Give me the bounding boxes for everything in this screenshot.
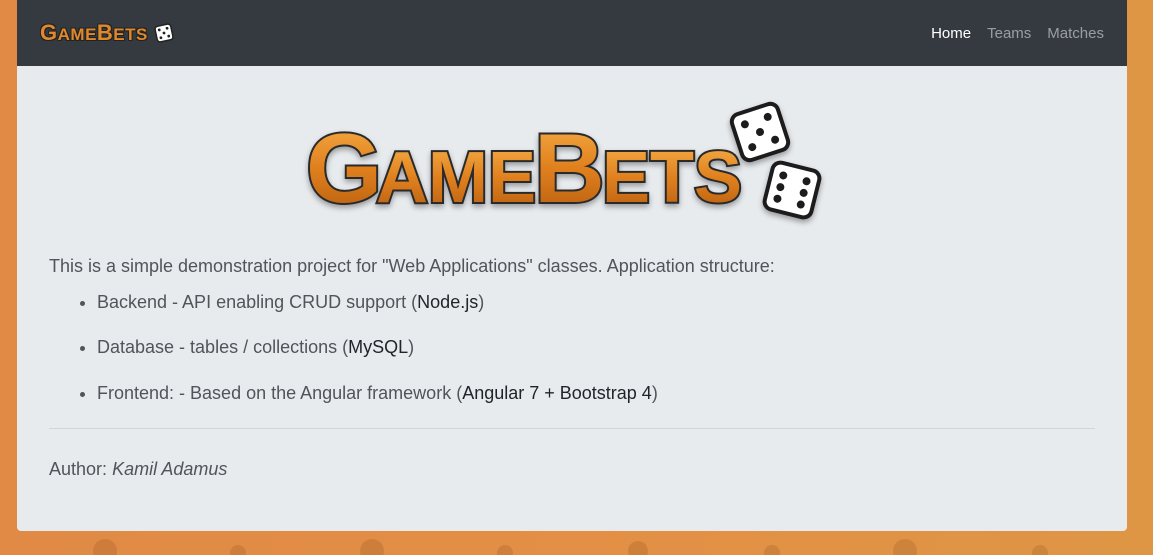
tech-label: Angular 7 + Bootstrap 4 bbox=[462, 382, 652, 403]
list-item-database: Database - tables / collections (MySQL) bbox=[97, 337, 1095, 359]
navbar: GAMEBETS Home Teams Matches bbox=[17, 0, 1127, 66]
logo: G AME B ETS bbox=[49, 66, 1095, 238]
author-name: Kamil Adamus bbox=[112, 459, 228, 480]
dice-icon bbox=[154, 23, 174, 43]
logo-letter-b: B bbox=[534, 113, 605, 223]
nav-link-matches[interactable]: Matches bbox=[1047, 25, 1104, 42]
gamebets-logo-image: G AME B ETS bbox=[304, 101, 822, 225]
intro-text: This is a simple demonstration project f… bbox=[49, 256, 775, 276]
nav-links: Home Teams Matches bbox=[931, 25, 1104, 42]
logo-letter-g: G bbox=[306, 113, 382, 223]
brand-text: GAMEBETS bbox=[40, 20, 148, 45]
logo-letters-ets: ETS bbox=[602, 138, 742, 218]
list-item-backend: Backend - API enabling CRUD support (Nod… bbox=[97, 292, 1095, 314]
list-item-frontend: Frontend: - Based on the Angular framewo… bbox=[97, 383, 1095, 405]
feature-list: Backend - API enabling CRUD support (Nod… bbox=[49, 292, 1095, 405]
logo-letters-ame: AME bbox=[376, 138, 536, 218]
tech-label: Node.js bbox=[417, 291, 479, 312]
author-line: Author: Kamil Adamus bbox=[49, 459, 1095, 480]
divider bbox=[49, 428, 1095, 430]
tech-label: MySQL bbox=[348, 337, 409, 358]
main-container: GAMEBETS Home Teams Matches G AME B ETS … bbox=[17, 0, 1127, 531]
nav-link-teams[interactable]: Teams bbox=[987, 25, 1031, 42]
nav-link-home[interactable]: Home bbox=[931, 25, 971, 42]
author-label: Author: bbox=[49, 459, 108, 480]
dice-icon bbox=[729, 101, 822, 220]
content: G AME B ETS This is a simple demonstrati… bbox=[17, 66, 1127, 480]
brand-link[interactable]: GAMEBETS bbox=[40, 20, 174, 46]
